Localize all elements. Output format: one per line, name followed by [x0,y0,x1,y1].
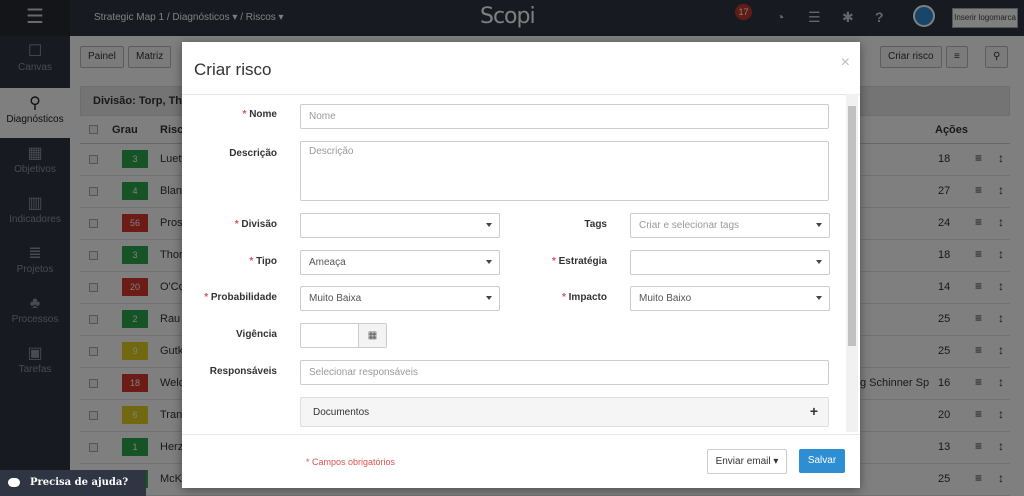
calendar-icon[interactable]: ▦ [358,323,387,348]
scrollbar-thumb[interactable] [848,106,856,346]
impacto-label: * Impacto [561,292,607,303]
documentos-panel[interactable]: Documentos + [300,397,829,427]
vigencia-input[interactable] [300,323,360,348]
estrategia-select[interactable] [630,250,830,275]
tags-label: Tags [584,219,607,230]
tags-select[interactable]: Criar e selecionar tags [630,213,830,238]
modal-scrollbar[interactable] [846,94,858,432]
chevron-down-icon [486,296,492,300]
close-icon[interactable]: × [841,54,850,72]
chevron-down-icon [486,260,492,264]
probabilidade-label: * Probabilidade [204,292,277,303]
divider [182,94,860,95]
documentos-label: Documentos [313,407,370,418]
descricao-label: Descrição [229,148,277,159]
probabilidade-select[interactable]: Muito Baixa [300,286,500,311]
chevron-down-icon [816,296,822,300]
plus-icon[interactable]: + [810,403,818,419]
responsaveis-select[interactable]: Selecionar responsáveis [300,360,829,385]
save-button[interactable]: Salvar [799,449,845,473]
nome-label: * Nome [242,109,277,120]
tipo-select[interactable]: Ameaça [300,250,500,275]
tipo-label: * Tipo [249,256,277,267]
chevron-down-icon [486,223,492,227]
nome-input[interactable]: Nome [300,104,829,129]
impacto-select[interactable]: Muito Baixo [630,286,830,311]
chat-bubble-icon [8,478,20,487]
create-risk-modal: Criar risco × * Nome Nome Descrição Desc… [182,42,860,488]
modal-footer: * Campos obrigatórios Enviar email ▾ Sal… [182,434,860,488]
send-email-button[interactable]: Enviar email ▾ [707,449,787,474]
chevron-down-icon [816,223,822,227]
responsaveis-label: Responsáveis [209,366,277,377]
required-fields-note: * Campos obrigatórios [306,457,396,467]
descricao-textarea[interactable]: Descrição [300,141,829,201]
vigencia-label: Vigência [236,329,277,340]
help-chat-button[interactable]: Precisa de ajuda? [0,470,146,496]
estrategia-label: * Estratégia [551,256,607,267]
help-label: Precisa de ajuda? [30,477,129,488]
modal-title: Criar risco [194,60,272,79]
divisao-select[interactable] [300,213,500,238]
chevron-down-icon [816,260,822,264]
divisao-label: * Divisão [234,219,277,230]
